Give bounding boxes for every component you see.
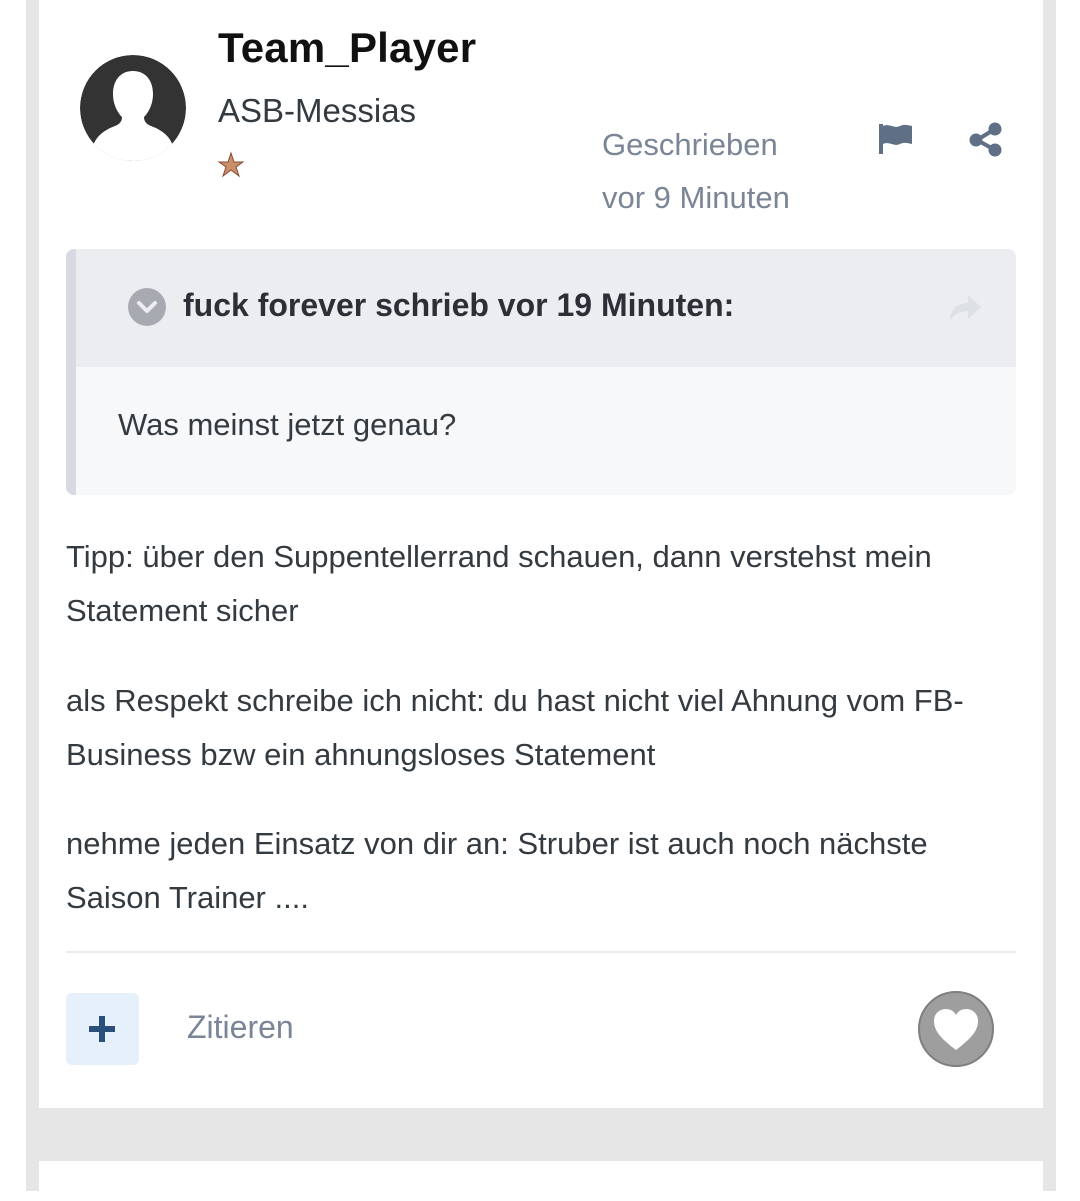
page-background: Team_Player ASB-Messias Geschrieben vor … [0,0,1080,1201]
post-date-relative: vor 9 Minuten [602,180,790,215]
heart-icon[interactable] [917,990,995,1068]
footer-divider [66,951,1016,953]
plus-icon [89,1016,115,1042]
avatar[interactable] [80,55,186,161]
post-paragraph: als Respekt schreibe ich nicht: du hast … [66,683,964,772]
quote-body: Was meinst jetzt genau? [118,407,457,442]
reputation-button[interactable] [66,993,139,1065]
quote-accent-bar [66,249,76,495]
quote-header: fuck forever schrieb vor 19 Minuten: [76,249,1016,367]
author-rank: ASB-Messias [218,92,417,129]
chevron-down-icon[interactable] [127,287,167,327]
author-name[interactable]: Team_Player [218,24,476,72]
post-paragraph: Tipp: über den Suppentellerrand schauen,… [66,539,932,628]
quote-block: fuck forever schrieb vor 19 Minuten: Was… [66,249,1016,495]
default-avatar-icon [80,55,186,161]
post-date-label: Geschrieben [602,127,778,162]
next-post [39,1161,1043,1201]
star-icon [217,151,245,178]
share-arrow-icon[interactable] [946,291,984,325]
quote-citation: fuck forever schrieb vor 19 Minuten: [183,287,735,323]
share-icon[interactable] [966,120,1006,158]
flag-icon[interactable] [874,120,916,158]
post-paragraph: nehme jeden Einsatz von dir an: Struber … [66,826,928,915]
post-date[interactable]: Geschrieben vor 9 Minuten [602,118,790,224]
quote-button[interactable]: Zitieren [187,1009,294,1046]
